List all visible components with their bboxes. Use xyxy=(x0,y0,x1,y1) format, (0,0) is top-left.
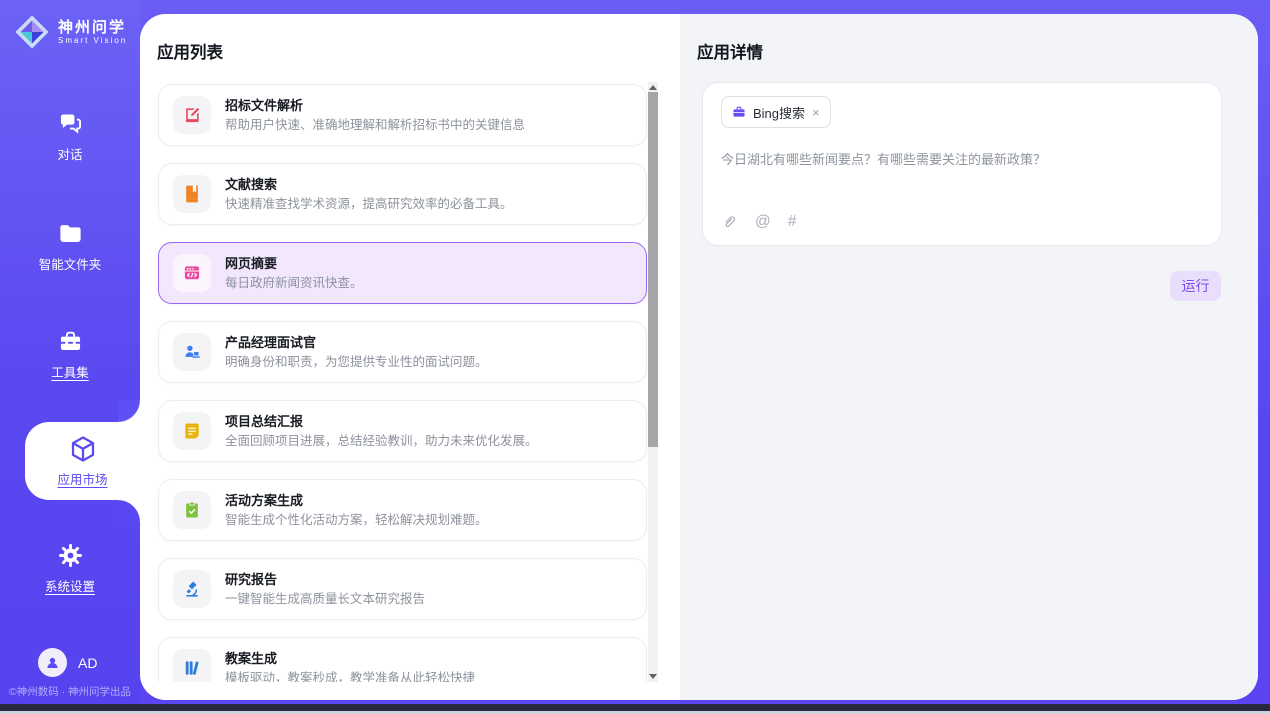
sidebar-item-label: 应用市场 xyxy=(57,469,107,488)
run-button[interactable]: 运行 xyxy=(1170,271,1221,301)
diamond-logo-icon xyxy=(13,13,51,51)
app-card-title: 招标文件解析 xyxy=(225,98,525,114)
scroll-down-arrow-icon[interactable] xyxy=(649,674,657,679)
sidebar-item-label: 工具集 xyxy=(51,362,89,381)
app-card-title: 网页摘要 xyxy=(225,256,363,272)
paperclip-icon[interactable] xyxy=(720,213,738,231)
cube-icon xyxy=(68,434,98,464)
content-area: 应用列表 招标文件解析 帮助用户快速、准确地理解和解析招标书中的关键信息 xyxy=(140,14,1258,700)
books-icon xyxy=(182,658,202,678)
app-card-desc: 智能生成个性化活动方案，轻松解决规划难题。 xyxy=(225,513,488,528)
app-card-title: 项目总结汇报 xyxy=(225,414,538,430)
hash-icon[interactable]: # xyxy=(788,213,797,231)
sidebar-item-toolset[interactable]: 工具集 xyxy=(0,328,140,381)
bottom-dark-bar xyxy=(0,704,1270,711)
list-scrollbar[interactable] xyxy=(648,82,658,682)
app-card-title: 文献搜索 xyxy=(225,177,513,193)
close-icon[interactable]: × xyxy=(812,106,820,119)
app-card-desc: 快速精准查找学术资源，提高研究效率的必备工具。 xyxy=(225,197,513,212)
browser-code-icon xyxy=(182,263,202,283)
note-icon xyxy=(182,421,202,441)
user-avatar-icon xyxy=(44,654,61,671)
app-list-title: 应用列表 xyxy=(157,39,223,63)
book-icon xyxy=(182,184,202,204)
app-card-desc: 全面回顾项目进展，总结经验教训，助力未来优化发展。 xyxy=(225,434,538,449)
app-card-title: 研究报告 xyxy=(225,572,425,588)
chat-icon xyxy=(57,110,84,137)
attachment-toolbar: @ # xyxy=(720,213,796,231)
tool-tag-label: Bing搜索 xyxy=(753,103,805,122)
doc-edit-icon xyxy=(182,105,202,125)
app-card-activity-plan[interactable]: 活动方案生成 智能生成个性化活动方案，轻松解决规划难题。 xyxy=(158,479,647,541)
app-list: 招标文件解析 帮助用户快速、准确地理解和解析招标书中的关键信息 文献搜索 xyxy=(158,80,648,682)
sidebar-item-settings[interactable]: 系统设置 xyxy=(0,542,140,595)
app-card-desc: 明确身份和职责，为您提供专业性的面试问题。 xyxy=(225,355,488,370)
avatar xyxy=(38,648,67,677)
copyright-text: ©神州数码 · 神州问学出品 xyxy=(0,684,140,699)
app-card-web-summary[interactable]: 网页摘要 每日政府新闻资讯快查。 xyxy=(158,242,647,304)
app-card-desc: 帮助用户快速、准确地理解和解析招标书中的关键信息 xyxy=(225,118,525,133)
toolbox-icon xyxy=(57,328,84,355)
scrollbar-thumb[interactable] xyxy=(648,92,658,447)
sidebar-item-label: 系统设置 xyxy=(45,576,95,595)
microscope-icon xyxy=(182,579,202,599)
app-card-desc: 一键智能生成高质量长文本研究报告 xyxy=(225,592,425,607)
app-card-bid-parse[interactable]: 招标文件解析 帮助用户快速、准确地理解和解析招标书中的关键信息 xyxy=(158,84,647,146)
app-card-desc: 模板驱动，教案秒成，教学准备从此轻松快捷 xyxy=(225,671,475,683)
app-card-lesson-plan[interactable]: 教案生成 模板驱动，教案秒成，教学准备从此轻松快捷 xyxy=(158,637,647,682)
app-card-literature-search[interactable]: 文献搜索 快速精准查找学术资源，提高研究效率的必备工具。 xyxy=(158,163,647,225)
brand-title: 神州问学 xyxy=(58,19,127,36)
interviewer-icon xyxy=(182,342,202,362)
scroll-up-arrow-icon[interactable] xyxy=(649,85,657,90)
app-card-title: 产品经理面试官 xyxy=(225,335,488,351)
app-detail-title: 应用详情 xyxy=(697,39,763,63)
app-card-title: 活动方案生成 xyxy=(225,493,488,509)
bubble-curve-top xyxy=(118,400,140,422)
clipboard-check-icon xyxy=(182,500,202,520)
sidebar-item-label: 对话 xyxy=(57,144,82,163)
sidebar-item-smart-folder[interactable]: 智能文件夹 xyxy=(0,220,140,273)
sidebar-item-chat[interactable]: 对话 xyxy=(0,110,140,163)
query-text[interactable]: 今日湖北有哪些新闻要点？有哪些需要关注的最新政策？ xyxy=(721,149,1201,168)
sidebar: 神州问学 Smart Vision 对话 智能文件夹 xyxy=(0,0,140,704)
app-root: 神州问学 Smart Vision 对话 智能文件夹 xyxy=(0,0,1270,714)
app-card-research-report[interactable]: 研究报告 一键智能生成高质量长文本研究报告 xyxy=(158,558,647,620)
user-label: AD xyxy=(78,655,97,671)
sidebar-item-app-market[interactable]: 应用市场 xyxy=(25,422,140,500)
app-card-title: 教案生成 xyxy=(225,651,475,667)
app-list-panel: 应用列表 招标文件解析 帮助用户快速、准确地理解和解析招标书中的关键信息 xyxy=(140,14,680,700)
mention-icon[interactable]: @ xyxy=(755,213,771,231)
app-card-desc: 每日政府新闻资讯快查。 xyxy=(225,276,363,291)
prompt-card: Bing搜索 × 今日湖北有哪些新闻要点？有哪些需要关注的最新政策？ @ # xyxy=(702,82,1222,246)
brand-logo: 神州问学 Smart Vision xyxy=(13,13,127,51)
sidebar-item-label: 智能文件夹 xyxy=(39,254,102,273)
bubble-curve-bottom xyxy=(118,500,140,522)
brand-subtitle: Smart Vision xyxy=(58,36,127,46)
briefcase-icon xyxy=(732,105,746,119)
app-detail-panel: 应用详情 Bing搜索 × 今日湖北有哪些新闻要点？有哪些需要关注的最新政策？ xyxy=(680,14,1258,700)
tool-tag-bing-search[interactable]: Bing搜索 × xyxy=(721,96,831,128)
gear-icon xyxy=(57,542,84,569)
user-account[interactable]: AD xyxy=(38,648,97,677)
app-card-project-report[interactable]: 项目总结汇报 全面回顾项目进展，总结经验教训，助力未来优化发展。 xyxy=(158,400,647,462)
app-card-pm-interviewer[interactable]: 产品经理面试官 明确身份和职责，为您提供专业性的面试问题。 xyxy=(158,321,647,383)
folder-icon xyxy=(57,220,84,247)
